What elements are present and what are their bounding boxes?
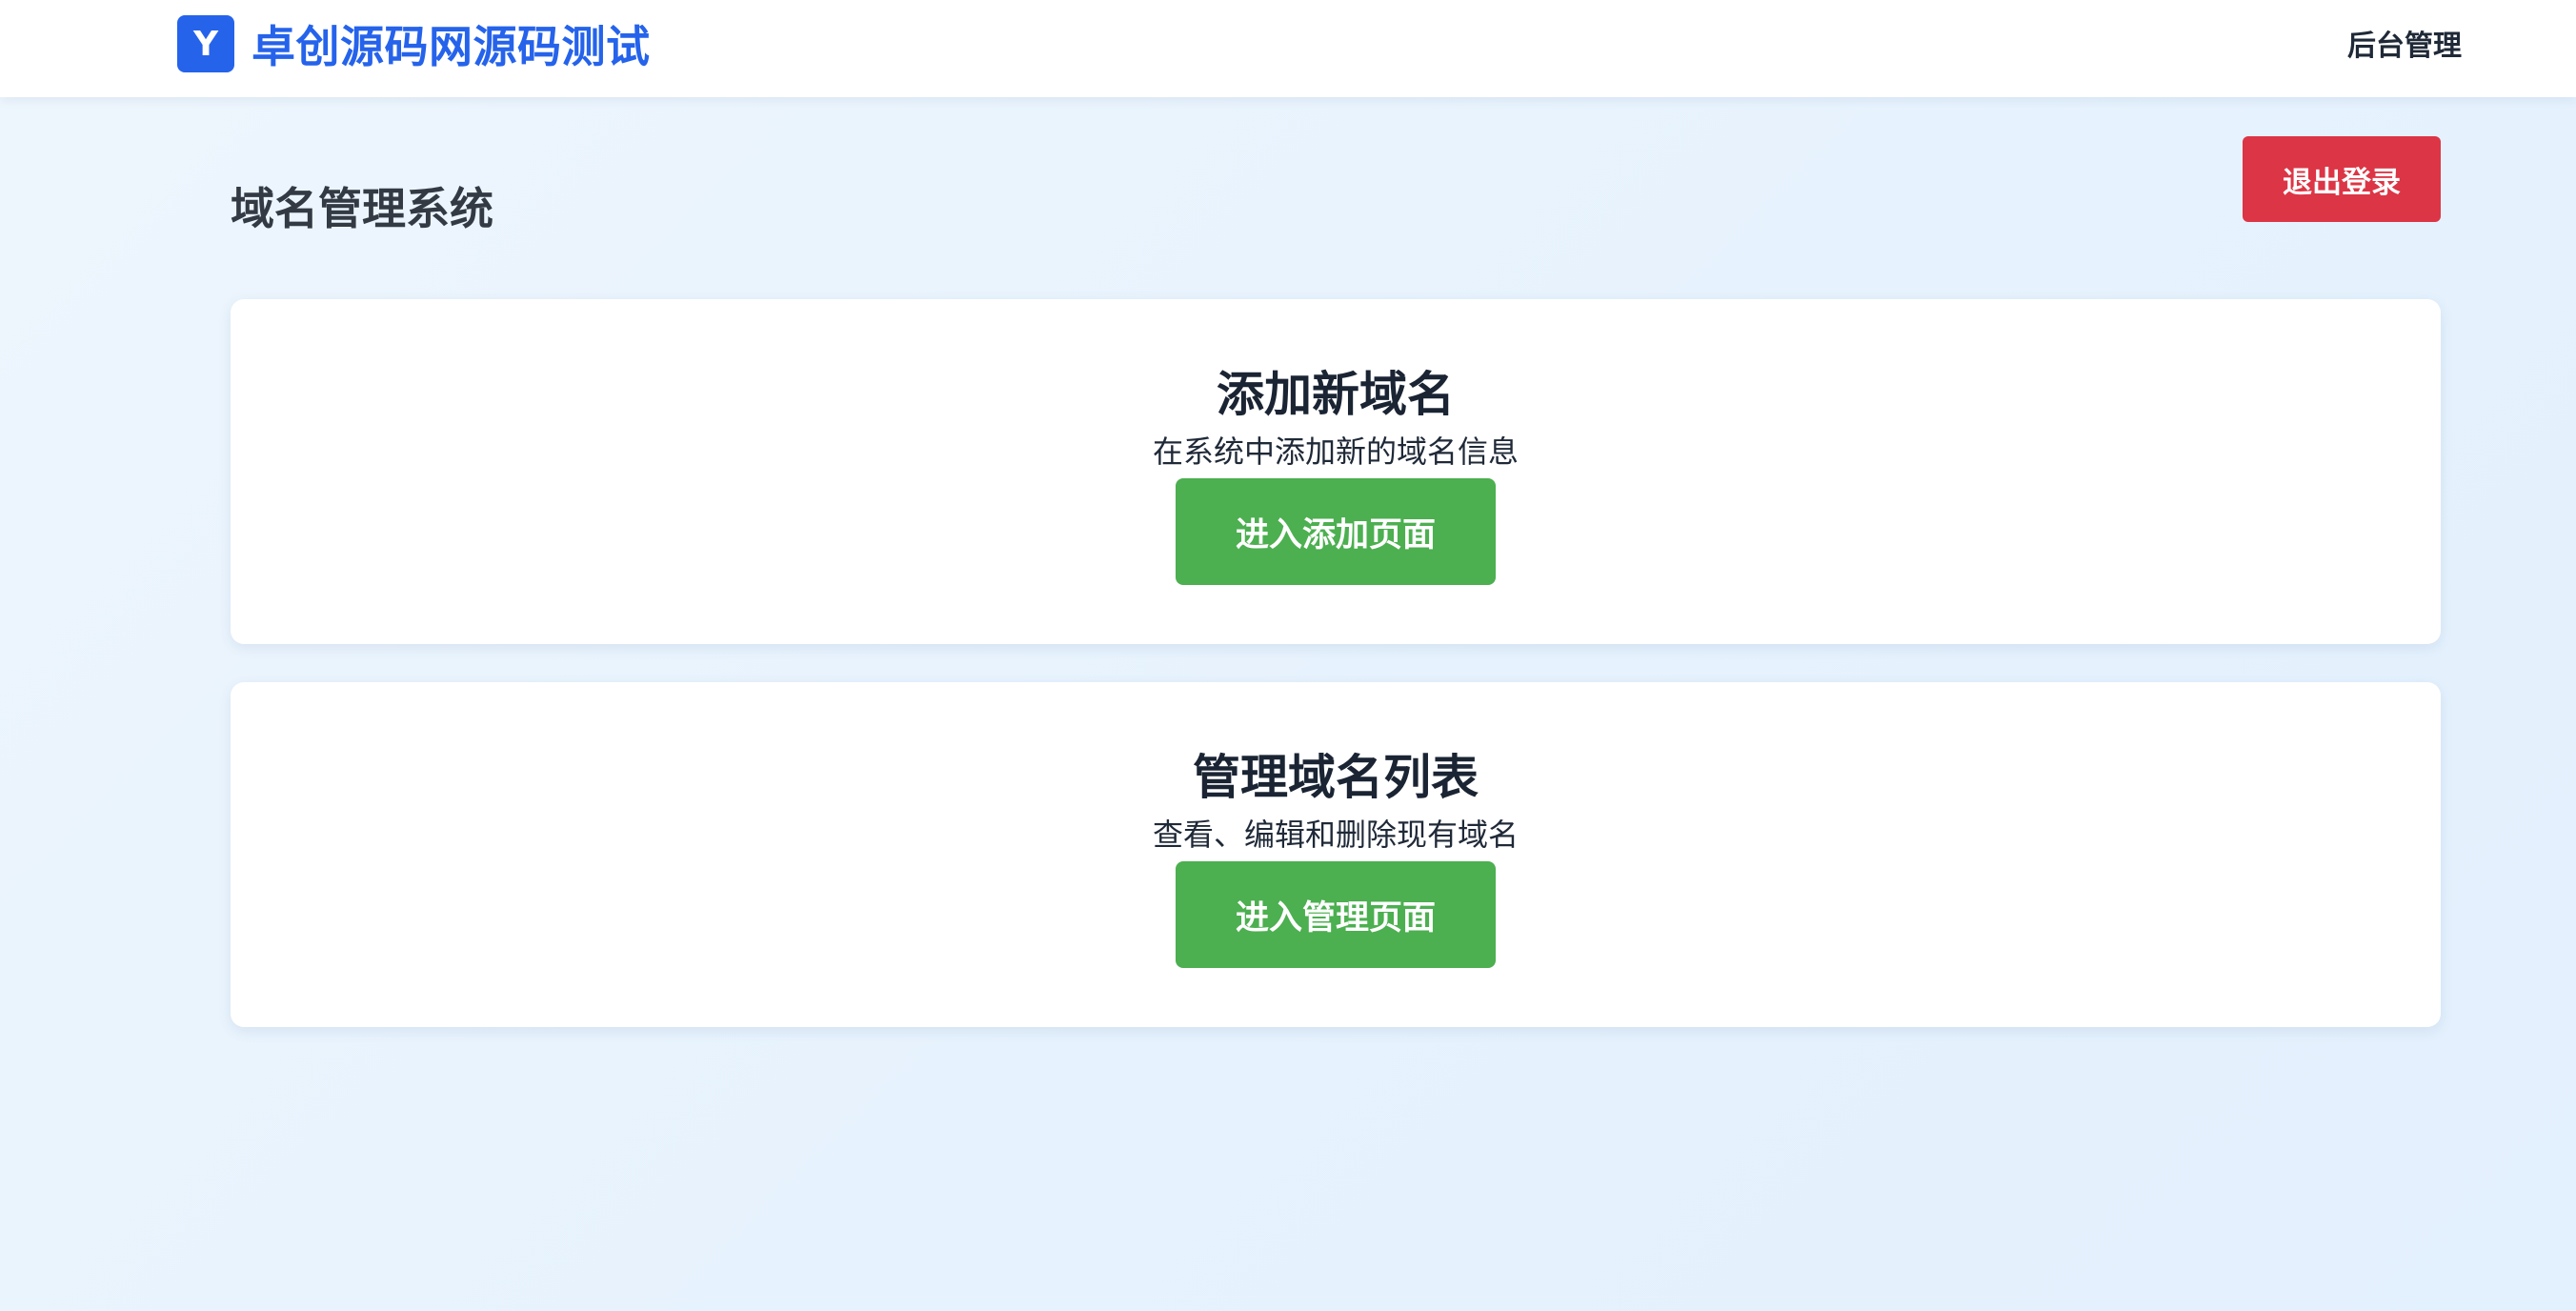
brand-link[interactable]: Y 卓创源码网源码测试 [177,15,651,72]
top-navbar: Y 卓创源码网源码测试 后台管理 [0,0,2576,97]
card-description: 查看、编辑和删除现有域名 [1152,817,1519,853]
card-title: 管理域名列表 [1193,750,1479,805]
card-description: 在系统中添加新的域名信息 [1152,434,1519,470]
nav-admin-link[interactable]: 后台管理 [2347,25,2462,69]
go-manage-page-button[interactable]: 进入管理页面 [1176,861,1496,968]
go-add-page-button[interactable]: 进入添加页面 [1176,478,1496,585]
site-name: 卓创源码网源码测试 [252,21,651,72]
card-title: 添加新域名 [1217,367,1455,422]
logout-button[interactable]: 退出登录 [2243,136,2441,222]
brand-logo-icon: Y [177,15,234,72]
page-title: 域名管理系统 [231,182,493,234]
add-domain-card: 添加新域名 在系统中添加新的域名信息 进入添加页面 [231,299,2441,644]
manage-domains-card: 管理域名列表 查看、编辑和删除现有域名 进入管理页面 [231,682,2441,1027]
